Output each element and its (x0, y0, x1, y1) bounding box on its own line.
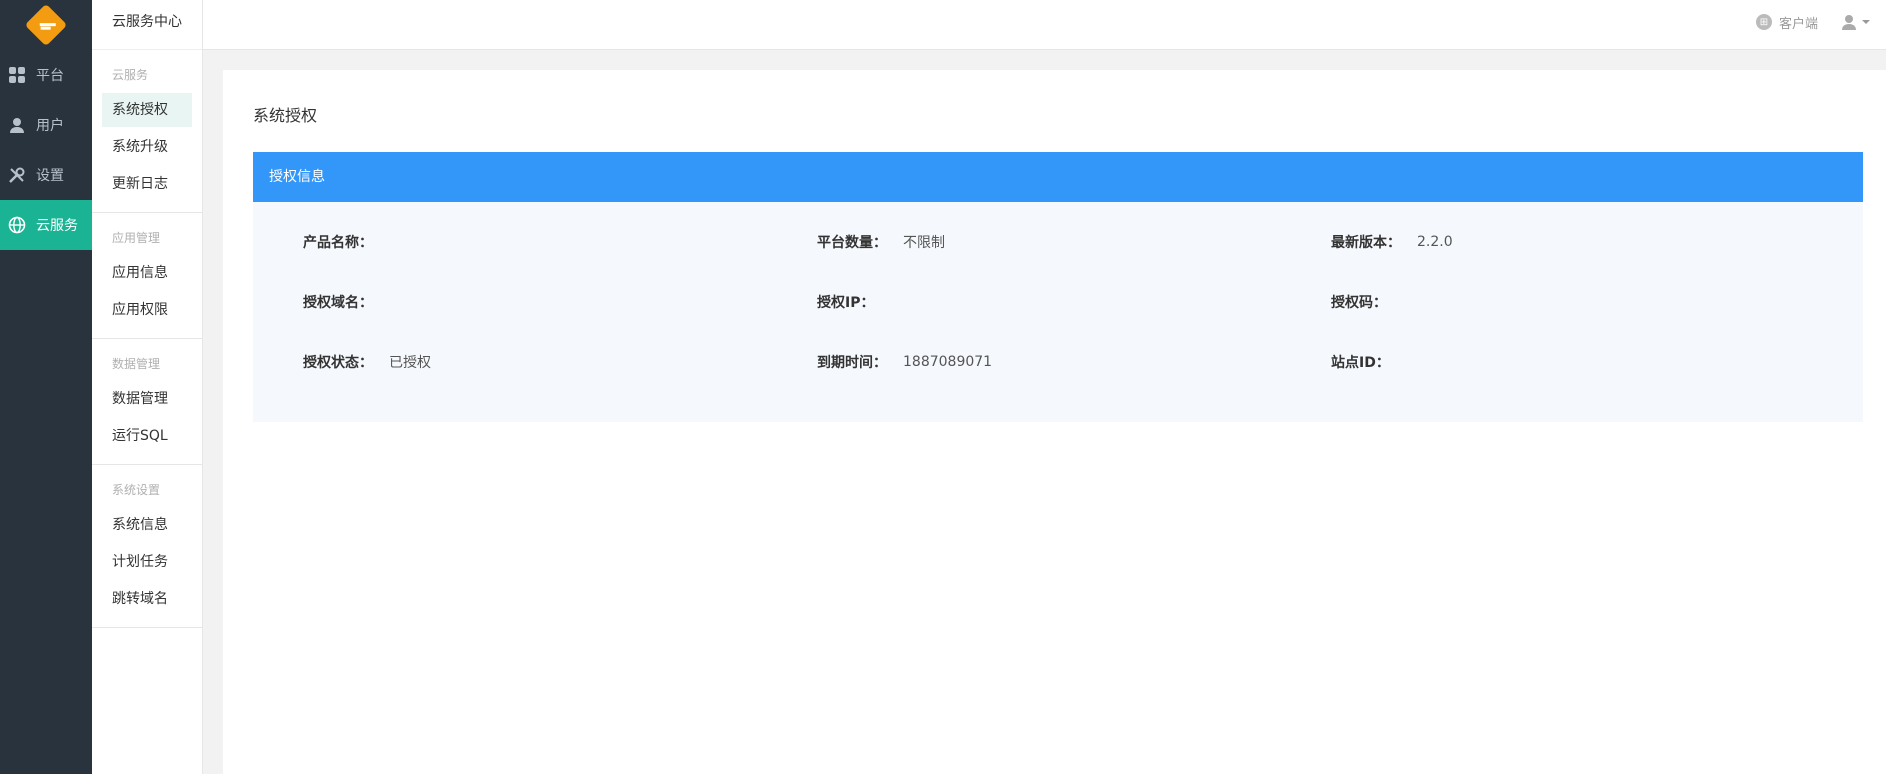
info-row: 授权域名： 授权IP： 授权码： (303, 272, 1863, 332)
field-auth-ip: 授权IP： (817, 292, 1331, 312)
nav-group-title: 云服务 (112, 68, 149, 82)
tools-icon (8, 166, 26, 184)
field-label: 最新版本： (1331, 235, 1401, 251)
field-label: 到期时间： (817, 355, 887, 371)
nav-group-title: 应用管理 (112, 231, 161, 245)
field-label: 站点ID： (1331, 355, 1390, 371)
client-button[interactable]: ⊞ 客户端 (1755, 0, 1818, 44)
app-logo[interactable] (0, 0, 92, 50)
client-icon: ⊞ (1755, 14, 1772, 30)
nav-item-data-management[interactable]: 数据管理 (102, 382, 192, 416)
field-value: 2.2.0 (1417, 234, 1453, 250)
field-label: 平台数量： (817, 235, 887, 251)
field-label: 授权域名： (303, 295, 373, 311)
rail-item-platform[interactable]: 平台 (0, 50, 92, 100)
nav-item-system-auth[interactable]: 系统授权 (102, 93, 192, 127)
nav-item-app-info[interactable]: 应用信息 (102, 256, 192, 290)
nav-item-app-permissions[interactable]: 应用权限 (102, 293, 192, 327)
nav-item-system-info[interactable]: 系统信息 (102, 508, 192, 542)
field-value: 1887089071 (903, 354, 993, 370)
rail-item-label: 平台 (36, 68, 64, 84)
nav-group-title: 数据管理 (112, 357, 161, 371)
field-latest-version: 最新版本： 2.2.0 (1331, 232, 1845, 252)
rail-item-cloud-service[interactable]: 云服务 (0, 200, 92, 250)
globe-icon (8, 216, 26, 234)
field-site-id: 站点ID： (1331, 352, 1845, 372)
nav-item-system-upgrade[interactable]: 系统升级 (102, 130, 192, 164)
field-label: 授权IP： (817, 295, 875, 311)
page-title: 系统授权 (253, 106, 318, 125)
rail-item-settings[interactable]: 设置 (0, 150, 92, 200)
nav-group-data: 数据管理 数据管理 运行SQL (92, 339, 202, 465)
user-avatar-icon (1842, 15, 1856, 30)
client-label: 客户端 (1778, 16, 1818, 32)
nav-item-scheduled-tasks[interactable]: 计划任务 (102, 545, 192, 579)
field-label: 授权状态： (303, 355, 373, 371)
subnav-title: 云服务中心 (92, 0, 202, 50)
panel-header: 授权信息 (253, 152, 1863, 202)
grid-icon (8, 66, 26, 84)
field-platform-count: 平台数量： 不限制 (817, 232, 1331, 252)
field-value: 不限制 (903, 235, 945, 251)
nav-group-apps: 应用管理 应用信息 应用权限 (92, 213, 202, 339)
field-label: 产品名称： (303, 235, 373, 251)
field-value: 已授权 (389, 355, 431, 371)
field-label: 授权码： (1331, 295, 1387, 311)
field-auth-code: 授权码： (1331, 292, 1845, 312)
user-menu[interactable] (1840, 0, 1870, 44)
rail-item-label: 用户 (36, 118, 64, 134)
chevron-down-icon (1862, 20, 1870, 24)
field-auth-domain: 授权域名： (303, 292, 817, 312)
sub-sidebar: 云服务中心 云服务 系统授权 系统升级 更新日志 应用管理 应用信息 应用权限 … (92, 0, 203, 774)
rail-item-users[interactable]: 用户 (0, 100, 92, 150)
top-bar: ⊞ 客户端 (203, 0, 1886, 50)
auth-info-grid: 产品名称： 平台数量： 不限制 最新版本： 2.2.0 授权域名： 授权IP： … (303, 212, 1863, 392)
nav-item-run-sql[interactable]: 运行SQL (102, 419, 192, 453)
logo-icon (24, 3, 68, 47)
main-nav-rail: 平台 用户 设置 云服务 (0, 0, 92, 774)
field-auth-status: 授权状态： 已授权 (303, 352, 817, 372)
user-icon (8, 116, 26, 134)
rail-item-label: 云服务 (36, 218, 78, 234)
field-expiry-time: 到期时间： 1887089071 (817, 352, 1331, 372)
nav-group-cloud: 云服务 系统授权 系统升级 更新日志 (92, 50, 202, 213)
nav-group-title: 系统设置 (112, 483, 161, 497)
info-row: 产品名称： 平台数量： 不限制 最新版本： 2.2.0 (303, 212, 1863, 272)
auth-info-panel: 授权信息 产品名称： 平台数量： 不限制 最新版本： 2.2.0 授权域名： 授… (253, 152, 1863, 422)
nav-group-system: 系统设置 系统信息 计划任务 跳转域名 (92, 465, 202, 628)
field-product-name: 产品名称： (303, 232, 817, 252)
rail-item-label: 设置 (36, 168, 64, 184)
nav-item-redirect-domain[interactable]: 跳转域名 (102, 582, 192, 616)
main-content: 系统授权 授权信息 产品名称： 平台数量： 不限制 最新版本： 2.2.0 授权… (223, 70, 1886, 774)
nav-item-changelog[interactable]: 更新日志 (102, 167, 192, 201)
info-row: 授权状态： 已授权 到期时间： 1887089071 站点ID： (303, 332, 1863, 392)
